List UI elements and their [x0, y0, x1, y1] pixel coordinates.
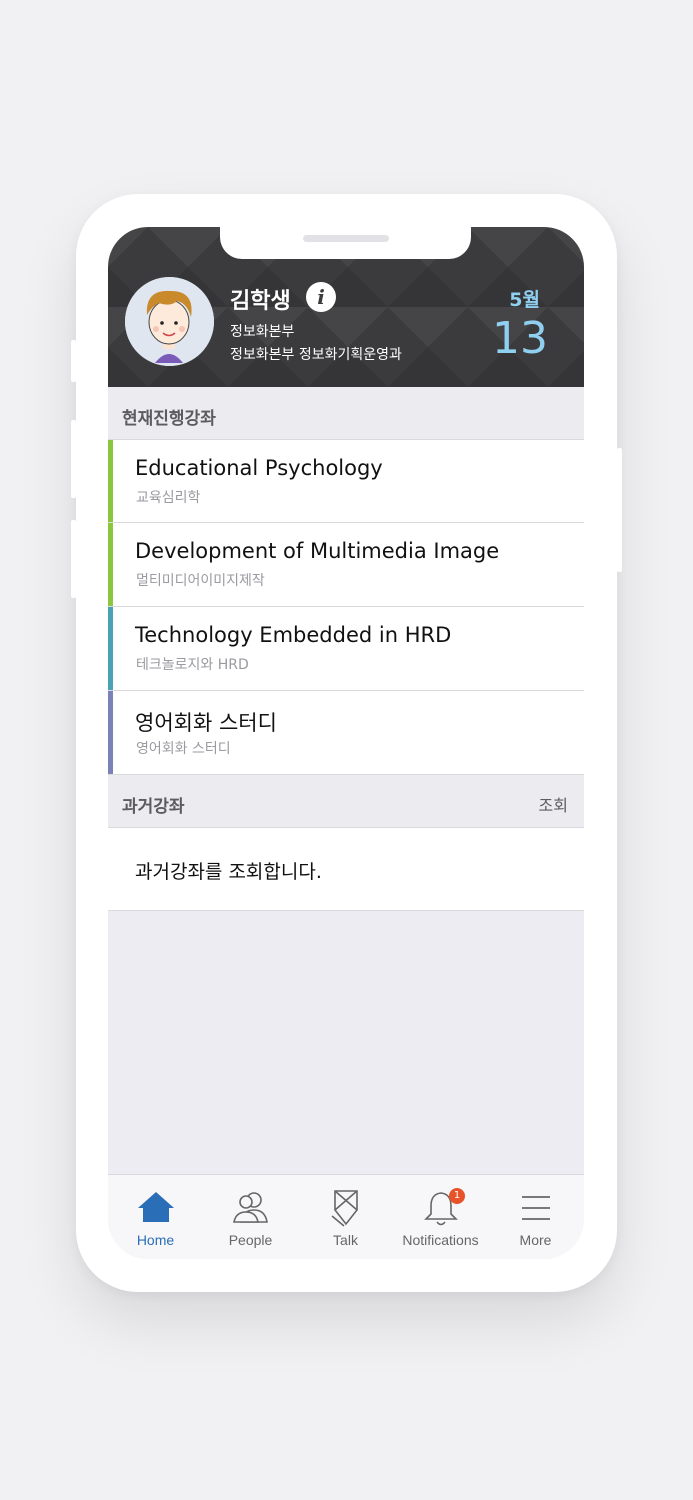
info-icon[interactable]: i — [306, 282, 336, 312]
department: 정보화본부 — [230, 324, 295, 340]
tab-label: Talk — [333, 1232, 358, 1248]
tab-label: People — [228, 1232, 273, 1248]
phone-notch — [220, 227, 471, 259]
tab-label: Home — [136, 1232, 175, 1248]
current-courses-header: 현재진행강좌 — [108, 387, 584, 439]
talk-icon — [330, 1190, 358, 1227]
volume-down-button — [71, 520, 76, 598]
course-title: Educational Psychology — [135, 456, 383, 480]
tab-more[interactable]: More — [488, 1175, 583, 1259]
course-subtitle: 테크놀로지와 HRD — [136, 657, 249, 673]
course-item[interactable]: Technology Embedded in HRD 테크놀로지와 HRD — [108, 607, 584, 691]
department-team: 정보화본부 정보화기획운영과 — [230, 347, 402, 363]
tab-notifications[interactable]: 1 Notifications — [393, 1175, 488, 1259]
app-screen: 김학생 i 정보화본부 정보화본부 정보화기획운영과 5월 13 현재진행강좌 … — [108, 227, 584, 1259]
tab-talk[interactable]: Talk — [298, 1175, 393, 1259]
course-color-bar — [108, 523, 113, 606]
course-subtitle: 교육심리학 — [136, 490, 201, 506]
past-courses-item[interactable]: 과거강좌를 조회합니다. — [108, 827, 584, 911]
course-item[interactable]: 영어회화 스터디 영어회화 스터디 — [108, 691, 584, 775]
past-courses-header: 과거강좌 조회 — [108, 775, 584, 827]
mute-switch — [71, 340, 76, 382]
date-day: 13 — [492, 313, 548, 364]
section-title: 현재진행강좌 — [122, 409, 216, 429]
past-courses-message: 과거강좌를 조회합니다. — [135, 861, 322, 883]
home-icon — [137, 1192, 174, 1222]
course-color-bar — [108, 691, 113, 774]
past-courses-search-button[interactable]: 조회 — [539, 792, 568, 816]
course-item[interactable]: Development of Multimedia Image 멀티미디어이미지… — [108, 523, 584, 607]
tab-label: More — [519, 1232, 552, 1248]
tab-bar: Home People Talk 1 Notifications More — [108, 1174, 584, 1259]
student-avatar-illustration — [125, 277, 214, 366]
speaker-grill — [303, 235, 389, 242]
tab-people[interactable]: People — [203, 1175, 298, 1259]
tab-home[interactable]: Home — [108, 1175, 203, 1259]
course-subtitle: 멀티미디어이미지제작 — [136, 573, 265, 589]
tab-label: Notifications — [402, 1232, 479, 1248]
course-color-bar — [108, 607, 113, 690]
notification-badge: 1 — [449, 1188, 465, 1204]
volume-up-button — [71, 420, 76, 498]
power-button — [617, 448, 622, 572]
user-name: 김학생 — [230, 289, 291, 314]
course-subtitle: 영어회화 스터디 — [136, 741, 231, 757]
date-month: 5월 — [509, 289, 540, 311]
section-title: 과거강좌 — [122, 797, 185, 817]
menu-icon — [521, 1196, 550, 1220]
course-color-bar — [108, 440, 113, 522]
course-title: 영어회화 스터디 — [135, 711, 277, 735]
course-title: Development of Multimedia Image — [135, 539, 500, 563]
course-item[interactable]: Educational Psychology 교육심리학 — [108, 439, 584, 523]
avatar[interactable] — [125, 277, 214, 366]
people-icon — [232, 1192, 268, 1223]
course-title: Technology Embedded in HRD — [135, 623, 452, 647]
